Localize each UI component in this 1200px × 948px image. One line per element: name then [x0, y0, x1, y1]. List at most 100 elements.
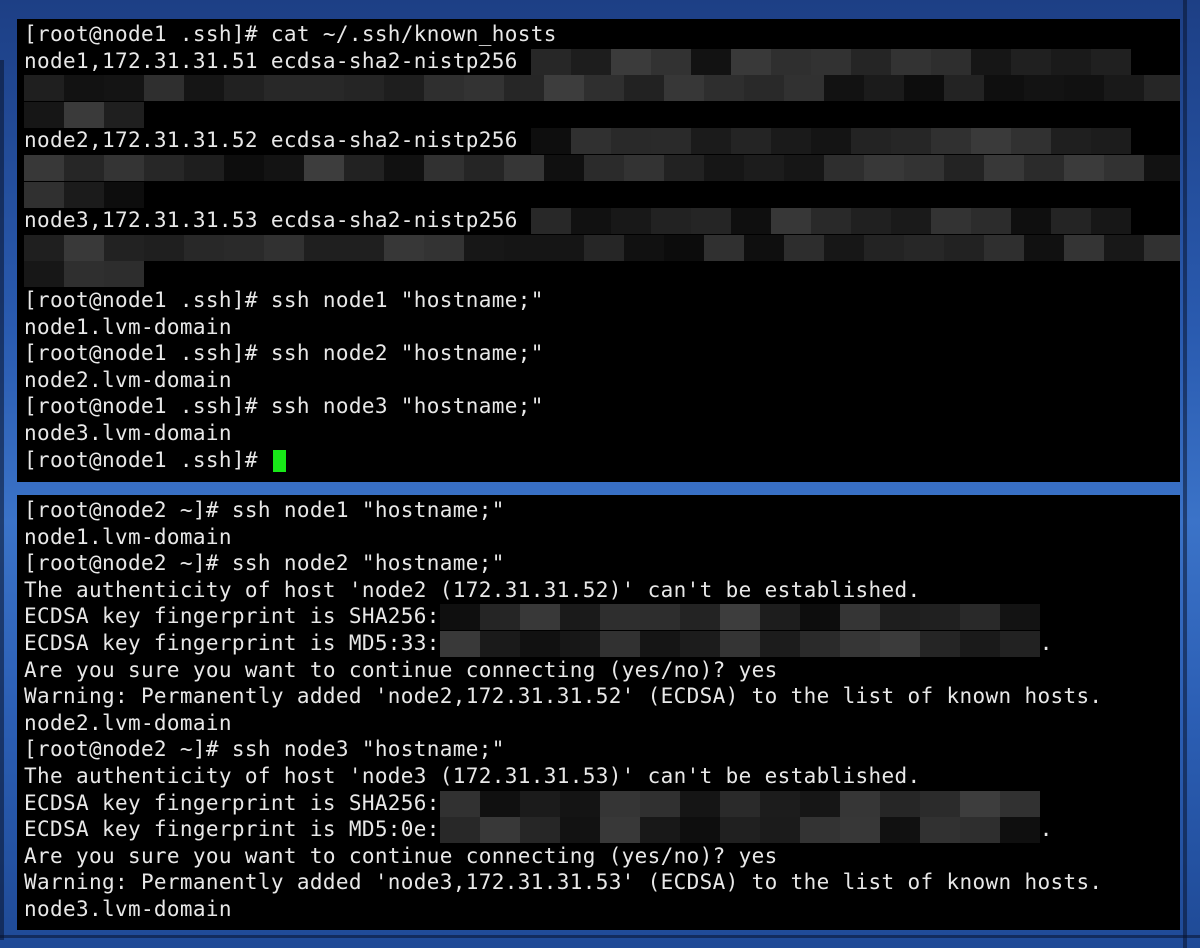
terminal-line: node3,172.31.31.53 ecdsa-sha2-nistp256	[24, 207, 1180, 235]
background-line	[0, 60, 4, 940]
redaction-pixel	[24, 234, 64, 261]
text-cursor	[272, 449, 286, 472]
redaction-pixel	[839, 790, 880, 817]
redaction-pixel	[1010, 48, 1051, 75]
redaction-pixel	[464, 75, 504, 102]
terminal-line: ECDSA key fingerprint is SHA256:	[24, 790, 1180, 817]
redaction-pixel	[64, 181, 104, 208]
redaction-pixel	[984, 75, 1024, 102]
redaction-pixel	[570, 208, 611, 235]
redaction-pixel	[970, 48, 1011, 75]
redaction-pixel	[424, 75, 464, 102]
redaction-pixel	[730, 208, 771, 235]
background-line	[1183, 0, 1187, 948]
redaction-pixel	[1010, 128, 1051, 155]
redaction-pixel	[584, 154, 624, 181]
redaction-pixel	[839, 630, 880, 657]
redaction-pixel	[1050, 48, 1091, 75]
redaction-pixel	[919, 604, 960, 631]
redaction-pixel	[799, 817, 840, 844]
fingerprint-label: ECDSA key fingerprint is SHA256:	[24, 604, 440, 629]
redaction-pixel	[679, 604, 720, 631]
redaction-pixel	[890, 128, 931, 155]
terminal-window-node1[interactable]: [root@node1 .ssh]# cat ~/.ssh/known_host…	[17, 19, 1180, 482]
known-host-entry: node3,172.31.31.53 ecdsa-sha2-nistp256	[24, 208, 531, 233]
redaction-pixel	[519, 630, 560, 657]
fingerprint-label: ECDSA key fingerprint is MD5:0e:	[24, 817, 440, 842]
terminal-line: [root@node2 ~]# ssh node3 "hostname;"	[24, 737, 505, 762]
redaction-pixel	[810, 128, 851, 155]
redaction-pixel	[810, 48, 851, 75]
redaction-pixel	[864, 154, 904, 181]
terminal-line: node2.lvm-domain	[24, 710, 232, 735]
redaction-pixel	[744, 234, 784, 261]
redaction-pixel	[104, 234, 144, 261]
redaction-pixel	[1050, 128, 1091, 155]
terminal-line	[24, 234, 1180, 261]
redaction-pixel	[664, 154, 704, 181]
redaction-pixel	[650, 48, 691, 75]
redaction-pixel	[730, 48, 771, 75]
terminal-line: Warning: Permanently added 'node2,172.31…	[24, 684, 1103, 709]
redaction-pixel	[799, 604, 840, 631]
redaction-pixel	[679, 817, 720, 844]
redaction-pixel	[650, 128, 691, 155]
fingerprint-end: .	[1039, 817, 1053, 842]
redaction-pixel	[610, 128, 651, 155]
redaction-pixel	[1024, 154, 1064, 181]
redaction-pixel	[24, 75, 64, 102]
redaction-pixel	[424, 154, 464, 181]
terminal-output: [root@node1 .ssh]# cat ~/.ssh/known_host…	[24, 21, 1180, 473]
redacted-key	[24, 234, 1180, 261]
redaction-pixel	[24, 261, 64, 288]
redaction-pixel	[384, 75, 424, 102]
redaction-pixel	[559, 604, 600, 631]
redaction-pixel	[464, 154, 504, 181]
redaction-pixel	[264, 154, 304, 181]
redaction-pixel	[104, 261, 144, 288]
redaction-pixel	[839, 604, 880, 631]
redaction-pixel	[959, 604, 1000, 631]
terminal-window-node2[interactable]: [root@node2 ~]# ssh node1 "hostname;" no…	[17, 495, 1180, 930]
redacted-key	[24, 154, 1180, 181]
redaction-pixel	[224, 234, 264, 261]
redaction-pixel	[1104, 234, 1144, 261]
redaction-pixel	[144, 75, 184, 102]
redacted-key	[530, 128, 1131, 155]
redaction-pixel	[959, 630, 1000, 657]
redaction-pixel	[624, 75, 664, 102]
redaction-pixel	[24, 181, 64, 208]
redaction-pixel	[679, 790, 720, 817]
terminal-line: node3.lvm-domain	[24, 896, 232, 921]
redaction-pixel	[959, 817, 1000, 844]
redaction-pixel	[1144, 234, 1180, 261]
redaction-pixel	[570, 128, 611, 155]
redaction-pixel	[824, 154, 864, 181]
redaction-pixel	[504, 234, 544, 261]
redaction-pixel	[1064, 154, 1104, 181]
redaction-pixel	[944, 234, 984, 261]
redaction-pixel	[690, 208, 731, 235]
redaction-pixel	[984, 154, 1024, 181]
redaction-pixel	[970, 208, 1011, 235]
redaction-pixel	[1090, 128, 1131, 155]
redaction-pixel	[144, 154, 184, 181]
redaction-pixel	[1064, 75, 1104, 102]
redaction-pixel	[264, 75, 304, 102]
redaction-pixel	[704, 75, 744, 102]
redaction-pixel	[970, 128, 1011, 155]
redaction-pixel	[864, 234, 904, 261]
redaction-pixel	[1104, 154, 1144, 181]
redaction-pixel	[824, 234, 864, 261]
terminal-line: ECDSA key fingerprint is MD5:33:.	[24, 630, 1180, 657]
redaction-pixel	[304, 154, 344, 181]
redaction-pixel	[799, 790, 840, 817]
terminal-prompt-line[interactable]: [root@node1 .ssh]#	[24, 447, 1180, 474]
redaction-pixel	[344, 75, 384, 102]
redaction-pixel	[719, 817, 760, 844]
redaction-pixel	[904, 234, 944, 261]
redaction-pixel	[879, 630, 920, 657]
redaction-pixel	[770, 48, 811, 75]
redaction-pixel	[184, 154, 224, 181]
terminal-line: [root@node1 .ssh]# ssh node1 "hostname;"	[24, 287, 544, 312]
